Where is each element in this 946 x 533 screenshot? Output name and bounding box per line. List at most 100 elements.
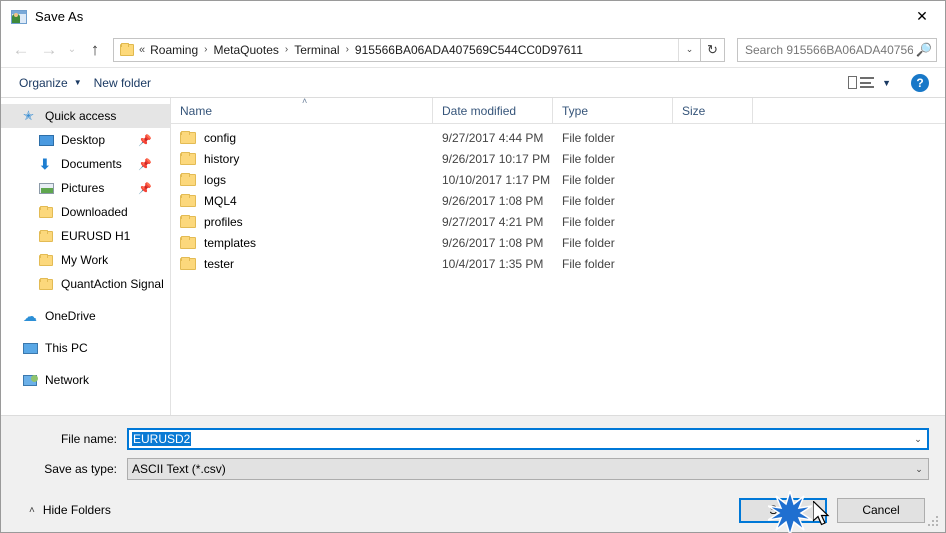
file-type-cell: File folder xyxy=(562,130,615,145)
sidebar-item-eurusd-h1[interactable]: EURUSD H1 xyxy=(1,224,170,248)
breadcrumb-separator[interactable]: › xyxy=(343,44,352,55)
file-type-cell: File folder xyxy=(562,193,615,208)
table-row[interactable]: templates 9/26/2017 1:08 PM File folder xyxy=(171,232,945,253)
file-name-value: EURUSD2 xyxy=(132,432,909,446)
breadcrumb-item-roaming[interactable]: Roaming xyxy=(147,42,201,58)
breadcrumb-item-instance[interactable]: 915566BA06ADA407569C544CC0D97611 xyxy=(352,42,586,58)
help-icon[interactable]: ? xyxy=(911,73,929,92)
table-row[interactable]: config 9/27/2017 4:44 PM File folder xyxy=(171,127,945,148)
window-title: Save As xyxy=(35,9,84,24)
file-name-cell: config xyxy=(171,130,433,145)
pin-icon[interactable]: 📌 xyxy=(138,158,152,171)
chevron-down-icon[interactable]: ⌄ xyxy=(909,434,927,445)
file-name-cell: tester xyxy=(171,256,433,271)
hide-folders-label: Hide Folders xyxy=(42,503,111,517)
navigation-pane: ✭ Quick access Desktop 📌 ⬇ Documents 📌 P… xyxy=(1,98,171,415)
sidebar-item-network[interactable]: Network xyxy=(1,368,170,392)
save-as-type-label: Save as type: xyxy=(44,462,117,476)
close-icon[interactable]: ✕ xyxy=(899,1,945,32)
search-icon: 🔍 xyxy=(915,41,932,57)
file-date-cell: 9/26/2017 10:17 PM xyxy=(442,151,551,166)
cancel-button[interactable]: Cancel xyxy=(837,497,925,523)
file-name-row: File name: EURUSD2 ⌄ xyxy=(17,428,929,450)
sidebar-item-label: EURUSD H1 xyxy=(61,229,131,243)
address-bar[interactable]: « Roaming › MetaQuotes › Terminal › 9155… xyxy=(113,37,701,62)
file-type-cell: File folder xyxy=(562,214,615,229)
new-folder-label: New folder xyxy=(93,75,151,90)
sidebar-item-pictures[interactable]: Pictures 📌 xyxy=(1,176,170,200)
forward-button[interactable]: → xyxy=(35,36,63,64)
sidebar-item-label: Documents xyxy=(61,157,122,171)
documents-icon: ⬇ xyxy=(39,156,51,172)
table-row[interactable]: tester 10/4/2017 1:35 PM File folder xyxy=(171,253,945,274)
file-type-cell: File folder xyxy=(562,151,615,166)
pin-icon[interactable]: 📌 xyxy=(138,182,152,195)
up-button[interactable]: ↑ xyxy=(81,36,109,64)
sidebar-item-desktop[interactable]: Desktop 📌 xyxy=(1,128,170,152)
sidebar-item-quantaction-signal[interactable]: QuantAction Signal xyxy=(1,272,170,296)
column-header-date-modified[interactable]: Date modified xyxy=(433,97,553,124)
title-bar: Save As ✕ xyxy=(1,1,945,32)
breadcrumb-separator[interactable]: › xyxy=(201,44,210,55)
sidebar-item-downloaded[interactable]: Downloaded xyxy=(1,200,170,224)
search-input[interactable]: Search 915566BA06ADA40756... 🔍 xyxy=(737,37,937,62)
breadcrumb-separator[interactable]: › xyxy=(282,44,291,55)
file-list-pane: Name ˄ Date modified Type Size config 9/… xyxy=(171,96,945,415)
sidebar-item-this-pc[interactable]: This PC xyxy=(1,336,170,360)
folder-icon xyxy=(39,205,57,218)
command-bar: Organize ▼ New folder ▼ ? xyxy=(1,68,945,98)
sidebar-item-quick-access[interactable]: ✭ Quick access xyxy=(1,104,170,128)
file-name-label: profiles xyxy=(204,214,243,229)
table-row[interactable]: logs 10/10/2017 1:17 PM File folder xyxy=(171,169,945,190)
save-button[interactable]: Save xyxy=(739,497,827,523)
dialog-footer: File name: EURUSD2 ⌄ Save as type: ASCII… xyxy=(1,415,945,532)
file-date-cell: 9/26/2017 1:08 PM xyxy=(442,193,544,208)
chevron-down-icon[interactable]: ▼ xyxy=(882,78,891,88)
sidebar-item-label: OneDrive xyxy=(45,309,96,323)
sidebar-item-label: Pictures xyxy=(61,181,105,195)
address-dropdown-icon[interactable]: ⌄ xyxy=(678,38,700,61)
resize-grip[interactable] xyxy=(928,516,940,528)
file-type-cell: File folder xyxy=(562,172,615,187)
file-date-cell: 10/10/2017 1:17 PM xyxy=(442,172,551,187)
sidebar-item-documents[interactable]: ⬇ Documents 📌 xyxy=(1,152,170,176)
column-header-size[interactable]: Size xyxy=(673,97,753,124)
folder-icon xyxy=(39,277,57,290)
hide-folders-button[interactable]: ˄ Hide Folders xyxy=(17,503,111,517)
save-as-window-icon xyxy=(11,9,27,25)
folder-icon xyxy=(180,235,196,249)
column-header-name[interactable]: Name ˄ xyxy=(171,96,433,124)
table-row[interactable]: MQL4 9/26/2017 1:08 PM File folder xyxy=(171,190,945,211)
view-options-icon[interactable] xyxy=(848,76,875,89)
search-placeholder: Search 915566BA06ADA40756... xyxy=(745,42,913,57)
save-as-type-value: ASCII Text (*.csv) xyxy=(132,462,226,476)
breadcrumb-item-terminal[interactable]: Terminal xyxy=(291,42,342,58)
file-name-label: File name: xyxy=(60,432,117,446)
new-folder-button[interactable]: New folder xyxy=(90,74,159,92)
star-icon: ✭ xyxy=(23,108,34,123)
chevron-down-icon[interactable]: ⌄ xyxy=(910,464,928,475)
column-header-type[interactable]: Type xyxy=(553,97,673,124)
file-name-cell: profiles xyxy=(171,214,433,229)
file-name-label: config xyxy=(204,130,237,145)
recent-locations-button[interactable]: ⌄ xyxy=(63,36,81,64)
pin-icon[interactable]: 📌 xyxy=(138,134,152,147)
breadcrumb-overflow[interactable]: « xyxy=(139,44,147,56)
save-as-type-select[interactable]: ASCII Text (*.csv) ⌄ xyxy=(127,458,929,480)
sidebar-item-my-work[interactable]: My Work xyxy=(1,248,170,272)
sidebar-item-label: My Work xyxy=(61,253,109,267)
organize-label: Organize xyxy=(19,75,68,90)
network-icon xyxy=(23,374,41,386)
organize-button[interactable]: Organize ▼ xyxy=(15,74,90,92)
table-row[interactable]: profiles 9/27/2017 4:21 PM File folder xyxy=(171,211,945,232)
breadcrumb-item-metaquotes[interactable]: MetaQuotes xyxy=(211,42,282,58)
sidebar-item-onedrive[interactable]: ☁ OneDrive xyxy=(1,304,170,328)
back-button[interactable]: ← xyxy=(7,36,35,64)
refresh-button[interactable]: ↻ xyxy=(701,37,725,62)
file-name-input[interactable]: EURUSD2 ⌄ xyxy=(127,428,929,450)
file-date-cell: 10/4/2017 1:35 PM xyxy=(442,256,544,271)
table-row[interactable]: history 9/26/2017 10:17 PM File folder xyxy=(171,148,945,169)
